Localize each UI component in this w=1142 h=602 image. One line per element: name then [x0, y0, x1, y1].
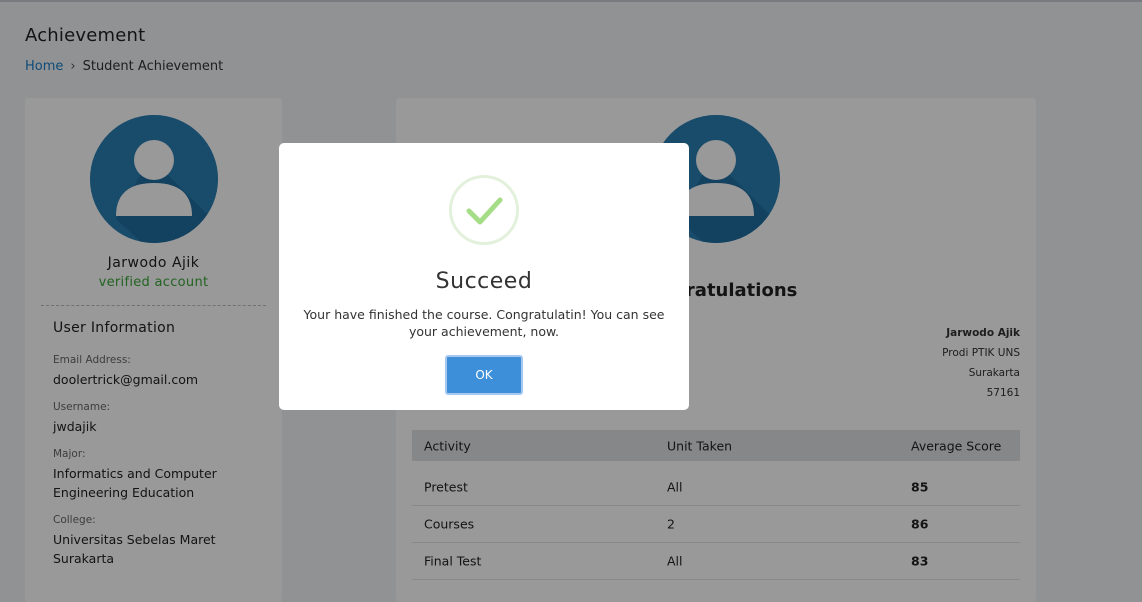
ok-button[interactable]: OK [445, 355, 523, 395]
checkmark-icon [449, 175, 519, 245]
dialog-title: Succeed [435, 269, 533, 294]
dialog-message: Your have finished the course. Congratul… [303, 307, 665, 339]
success-dialog: Succeed Your have finished the course. C… [279, 143, 689, 410]
